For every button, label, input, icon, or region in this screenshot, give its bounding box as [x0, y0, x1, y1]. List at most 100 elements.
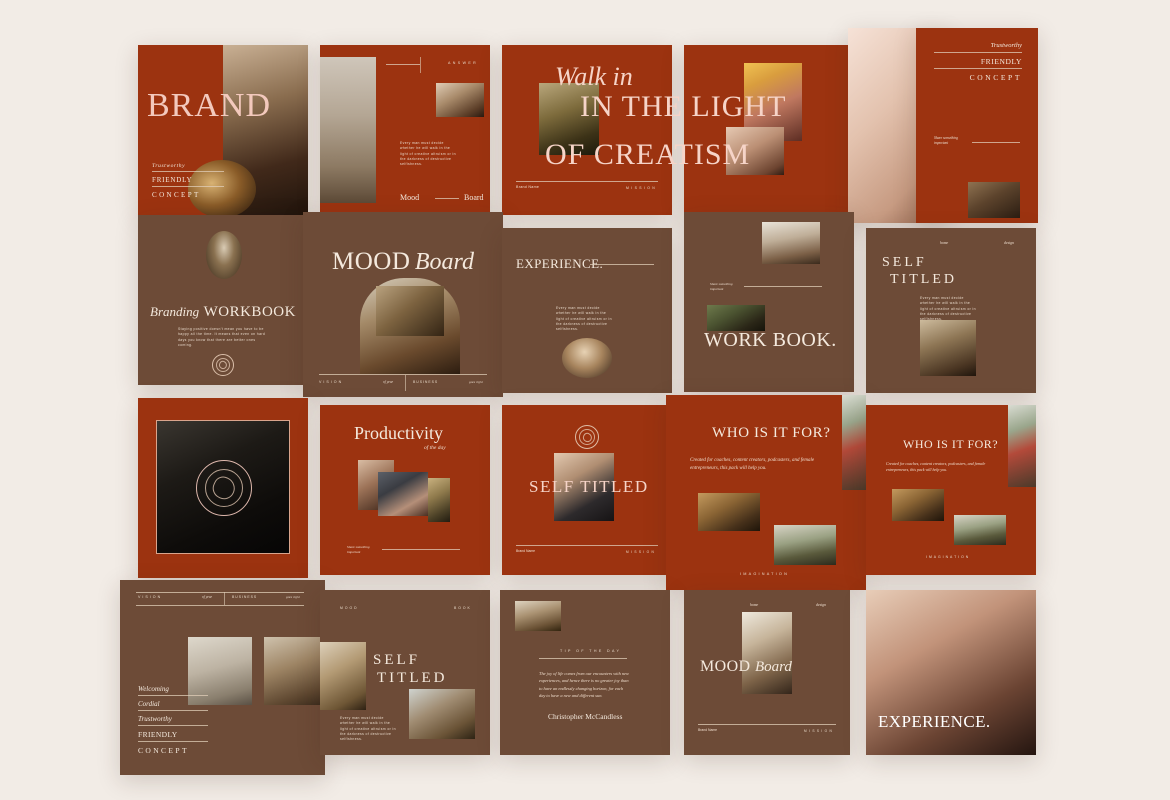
- branding-workbook-slide[interactable]: Branding WORKBOOK Staying positive doesn…: [138, 215, 308, 385]
- value-item-1: Trustworthy: [990, 42, 1022, 49]
- value-item-2: Cordial: [138, 700, 160, 708]
- self-titled-rust-slide[interactable]: SELF TITLED Brand Name MISSION: [502, 405, 672, 575]
- title-roman: MOOD: [700, 658, 751, 675]
- header-left: MOOD: [340, 606, 359, 610]
- who-is-it-for-title: WHO IS IT FOR?: [712, 425, 831, 441]
- title-italic: Board: [754, 659, 792, 675]
- header-right: BOOK: [454, 606, 472, 610]
- header-right: goes right: [286, 595, 300, 599]
- van-photo: [409, 689, 475, 739]
- walk-in-light-slide[interactable]: Brand Name MISSION: [502, 45, 672, 215]
- value-item-1: Welcoming: [138, 685, 169, 693]
- footer-left: Mood: [400, 193, 420, 202]
- value-item-5: CONCEPT: [138, 746, 189, 755]
- market-photo: [892, 489, 944, 521]
- body-text: Every man must decide whether he will wa…: [920, 296, 976, 321]
- footer-brand: Brand Name: [698, 728, 718, 732]
- quote-author: Christopher McCandless: [548, 712, 623, 721]
- experience-slide[interactable]: EXPERIENCE. Every man must decide whethe…: [502, 228, 672, 393]
- kitchen-photo: [774, 525, 836, 565]
- title-italic: Branding: [150, 304, 200, 319]
- body-text: Every man must decide whether he will wa…: [340, 716, 396, 742]
- flower-photo: [1008, 405, 1036, 487]
- mood-board-street-slide[interactable]: ANSWER Every man must decide whether he …: [320, 45, 490, 215]
- portrait-photo-3: [428, 478, 450, 522]
- title-line-1: SELF: [882, 255, 927, 270]
- footer-mission: MISSION: [626, 550, 657, 554]
- self-titled-brown-slide[interactable]: home design SELF TITLED Every man must d…: [866, 228, 1036, 393]
- kitchen-photo: [954, 515, 1006, 545]
- experience-title: EXPERIENCE.: [878, 712, 991, 731]
- title-roman: WORKBOOK: [203, 304, 296, 320]
- forest-photo: [707, 305, 765, 331]
- welcoming-values-slide[interactable]: VISION of year BUSINESS goes right Welco…: [120, 580, 325, 775]
- shop-photo: [515, 601, 561, 631]
- work-book-title: WORK BOOK.: [704, 329, 837, 351]
- body-text: Every man must decide whether he will wa…: [400, 141, 456, 167]
- flower-photo: [842, 395, 866, 490]
- hat-girl-photo: [742, 612, 792, 694]
- body-text: Created for coaches, content creators, p…: [690, 458, 815, 471]
- slide-mockup-grid: BRAND Trustworthy FRIENDLY CONCEPT ANSWE…: [0, 0, 1170, 800]
- productivity-subtitle: of the day: [424, 445, 446, 451]
- productivity-slide[interactable]: Productivity of the day Share something …: [320, 405, 490, 575]
- footer-mission: MISSION: [804, 729, 835, 733]
- footer-brand: Brand Name: [516, 185, 540, 189]
- quote-text: The joy of life comes from our encounter…: [539, 671, 629, 698]
- creatism-slide[interactable]: [684, 45, 854, 215]
- market-photo: [698, 493, 760, 531]
- footer-brand: Brand Name: [516, 549, 536, 553]
- mood-photo-overlay: [376, 286, 444, 336]
- street-photo: [320, 57, 376, 203]
- room-photo: [264, 637, 325, 705]
- header-right: design: [816, 603, 826, 607]
- value-item-4: FRIENDLY: [138, 730, 178, 739]
- who-is-it-for-slide[interactable]: WHO IS IT FOR? Created for coaches, cont…: [666, 395, 866, 590]
- brand-cover-slide[interactable]: BRAND Trustworthy FRIENDLY CONCEPT: [138, 45, 308, 215]
- value-item-2: FRIENDLY: [980, 56, 1022, 66]
- who-is-it-for-alt-slide[interactable]: WHO IS IT FOR? Created for coaches, cont…: [866, 405, 1036, 575]
- footer-right: goes right: [469, 380, 483, 384]
- header-left: home: [750, 603, 759, 607]
- footer-year: of year: [383, 380, 394, 384]
- share-label: Share something important: [934, 136, 958, 146]
- productivity-title: Productivity: [354, 423, 443, 443]
- self-titled-mood-slide[interactable]: MOOD BOOK SELF TITLED Every man must dec…: [320, 590, 490, 755]
- title-line-2: TITLED: [890, 272, 957, 287]
- who-is-it-for-title: WHO IS IT FOR?: [903, 437, 999, 451]
- experience-photo-slide[interactable]: EXPERIENCE.: [866, 590, 1036, 755]
- share-label: Share something important: [710, 282, 733, 292]
- body-text: Created for coaches, content creators, p…: [886, 461, 986, 473]
- vase-photo: [206, 231, 242, 279]
- face-photo: [726, 127, 784, 175]
- title-line-2: TITLED: [377, 670, 448, 686]
- mood-board-hat-slide[interactable]: home design MOOD Board Brand Name MISSIO…: [684, 590, 850, 755]
- footer-vision: VISION: [319, 380, 344, 384]
- title-line-1: SELF: [373, 652, 421, 668]
- brand-logo-icon: [575, 425, 599, 449]
- beach-photo: [320, 642, 366, 710]
- answer-label: ANSWER: [448, 61, 479, 65]
- mood-board-big-slide[interactable]: MOOD Board VISION of year BUSINESS goes …: [303, 212, 503, 397]
- brand-logo-icon: [196, 460, 252, 516]
- header-business: BUSINESS: [232, 595, 258, 599]
- title-roman: MOOD: [332, 248, 411, 275]
- tip-of-the-day-slide[interactable]: TIP OF THE DAY The joy of life comes fro…: [500, 590, 670, 755]
- coffee-photo: [920, 320, 976, 376]
- tip-label: TIP OF THE DAY: [560, 649, 622, 653]
- work-book-slide[interactable]: Share something important WORK BOOK.: [684, 212, 854, 392]
- value-item-3: CONCEPT: [152, 191, 201, 199]
- header-right: design: [1004, 241, 1014, 245]
- portrait-logo-slide[interactable]: [138, 398, 308, 578]
- dots-photo: [554, 453, 614, 521]
- footer-right: Board: [464, 193, 484, 202]
- value-item-1: Trustworthy: [152, 163, 186, 169]
- value-item-3: CONCEPT: [969, 73, 1022, 82]
- value-item-3: Trustworthy: [138, 715, 172, 723]
- concept-values-slide[interactable]: Trustworthy FRIENDLY CONCEPT Share somet…: [916, 28, 1038, 223]
- body-text: Every man must decide whether he will wa…: [556, 306, 612, 332]
- garden-photo: [539, 83, 599, 155]
- header-left: home: [940, 241, 949, 245]
- title-italic: Board: [414, 249, 474, 275]
- footer-mission: MISSION: [626, 186, 658, 190]
